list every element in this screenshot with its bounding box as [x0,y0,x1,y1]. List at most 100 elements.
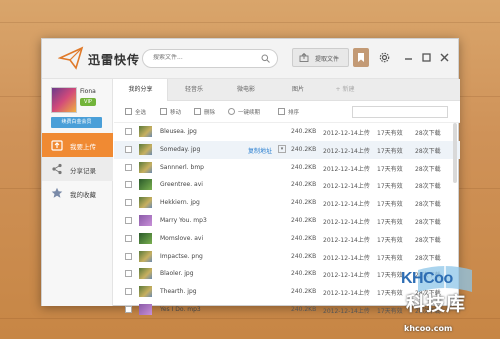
vip-badge: VIP [80,98,96,106]
search-icon[interactable] [261,54,270,63]
download-count: 28次下载 [415,236,441,244]
file-size: 240.2KB [291,252,317,260]
file-name[interactable]: Blaoler. jpg [160,270,194,277]
upload-date: 2012-12-14上传 [323,307,370,315]
row-checkbox[interactable] [125,288,132,296]
paper-plane-logo-icon [58,46,84,70]
download-count: 28次下载 [415,165,441,173]
file-thumbnail [139,197,152,209]
file-name[interactable]: Hekkiern. jpg [160,199,200,206]
share-icon [52,163,62,175]
file-size: 240.2KB [291,305,317,313]
delete-button[interactable]: 删除 [194,108,215,116]
clock-icon [228,108,235,115]
watermark-logo-text: KHCoo [401,270,453,287]
table-row[interactable]: Momslove. avi 240.2KB 2012-12-14上传 17天有效 28次… [114,230,460,248]
tab-micro-film[interactable]: 微电影 [220,79,272,101]
trash-icon [194,108,201,115]
valid-days: 17天有效 [377,165,403,173]
file-thumbnail [139,179,152,191]
row-checkbox[interactable] [125,199,132,207]
file-name[interactable]: Thearth. jpg [160,288,197,295]
scrollbar[interactable] [453,123,457,183]
upload-date: 2012-12-14上传 [323,254,370,262]
filter-input[interactable] [352,106,448,118]
username: Fiona [80,88,96,95]
row-checkbox[interactable] [125,234,132,242]
search-input[interactable] [153,54,253,61]
sidebar-item-favorites[interactable]: 我的收藏 [42,181,113,205]
row-checkbox[interactable] [125,145,132,153]
maximize-icon[interactable] [422,53,431,62]
sidebar-item-share-history[interactable]: 分享记录 [42,157,113,181]
file-size: 240.2KB [291,234,317,242]
extract-file-button[interactable]: 提取文件 [292,48,349,67]
row-checkbox[interactable] [125,216,132,224]
watermark-cn-text: 科技库 [406,293,467,315]
file-name[interactable]: Marry You. mp3 [160,217,207,224]
file-name[interactable]: Momslove. avi [160,235,203,242]
star-icon [51,187,63,198]
tab-my-shares[interactable]: 我的分享 [114,79,168,101]
renew-all-button[interactable]: 一键续期 [228,108,260,116]
sort-button[interactable]: 排序 [278,108,299,116]
action-bar: 全选 移动 删除 一键续期 排序 [114,101,460,123]
valid-days: 17天有效 [377,307,403,315]
valid-days: 17天有效 [377,236,403,244]
tab-new-button[interactable]: + 新建 [324,79,366,101]
row-checkbox[interactable] [125,128,132,135]
file-thumbnail [139,214,152,226]
file-thumbnail [139,161,152,173]
close-icon[interactable] [440,53,449,62]
sort-icon [278,108,285,115]
file-name[interactable]: Greentree. avi [160,181,203,188]
file-size: 240.2KB [291,199,317,207]
title-bar: 迅雷快传 提取文件 [42,39,458,79]
row-checkbox[interactable] [125,270,132,278]
settings-icon[interactable] [379,52,390,63]
file-name[interactable]: Yes I Do. mp3 [160,306,201,313]
table-row[interactable]: Hekkiern. jpg 240.2KB 2012-12-14上传 17天有效 28次… [114,194,460,212]
tab-light-music[interactable]: 轻音乐 [168,79,220,101]
row-checkbox[interactable] [125,252,132,260]
file-size: 240.2KB [291,163,317,171]
chevron-down-icon[interactable]: ▾ [278,144,286,153]
upload-icon [51,140,63,151]
row-checkbox[interactable] [125,163,132,171]
download-count: 28次下载 [415,147,441,155]
download-count: 28次下载 [415,254,441,262]
minimize-icon[interactable] [404,54,413,63]
table-row[interactable]: Greentree. avi 240.2KB 2012-12-14上传 17天有效 28… [114,176,460,194]
renew-membership-button[interactable]: 续费白金会员 [51,117,102,128]
table-row[interactable]: Marry You. mp3 240.2KB 2012-12-14上传 17天有效 28… [114,212,460,230]
select-all-button[interactable]: 全选 [125,108,146,116]
sidebar-item-upload[interactable]: 我要上传 [42,133,113,157]
tab-pictures[interactable]: 图片 [272,79,324,101]
table-row[interactable]: Someday. jpg 复制地址 ▾ 240.2KB 2012-12-14上传 17天有… [114,140,460,159]
move-button[interactable]: 移动 [160,108,181,116]
row-checkbox[interactable] [125,305,132,313]
valid-days: 17天有效 [377,130,403,137]
file-name[interactable]: Bleusea. jpg [160,128,197,135]
copy-link-button[interactable]: 复制地址 [248,146,272,155]
extract-file-label: 提取文件 [315,56,340,63]
upload-date: 2012-12-14上传 [323,130,370,137]
app-window: 迅雷快传 提取文件 [41,38,460,315]
row-checkbox[interactable] [125,181,132,189]
file-name[interactable]: Sannnerl. bmp [160,164,204,171]
checkbox-icon [125,108,132,115]
file-name[interactable]: Impactse. png [160,253,203,260]
download-count: 28次下载 [415,218,441,226]
file-size: 240.2KB [291,216,317,224]
file-name[interactable]: Someday. jpg [160,146,200,153]
avatar[interactable] [51,87,77,113]
search-box[interactable] [142,49,278,68]
file-size: 240.2KB [291,145,317,153]
upload-date: 2012-12-14上传 [323,236,370,244]
file-thumbnail [139,250,152,262]
table-row[interactable]: Sannnerl. bmp 240.2KB 2012-12-14上传 17天有效 28次… [114,159,460,177]
sidebar-item-label: 我要上传 [70,143,96,151]
sort-label: 排序 [288,110,300,116]
skin-button[interactable] [353,48,369,67]
table-row[interactable]: Bleusea. jpg 240.2KB 2012-12-14上传 17天有效 28次下… [114,123,460,141]
